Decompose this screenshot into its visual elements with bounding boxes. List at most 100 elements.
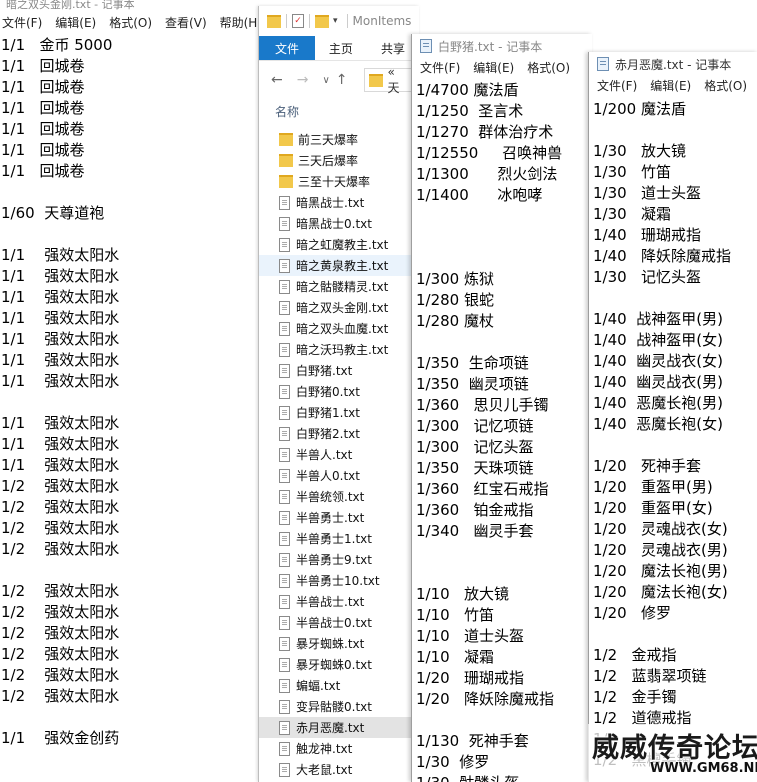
notepad-titlebar[interactable]: 赤月恶魔.txt - 记事本 <box>589 52 757 76</box>
text-line: 1/2 蓝翡翠项链 <box>593 667 707 685</box>
list-item[interactable]: 半兽勇士1.txt <box>259 528 419 549</box>
text-line: 1/1 强效太阳水 <box>1 288 120 306</box>
text-line: 1/1 强效太阳水 <box>1 435 120 453</box>
file-name: 半兽人0.txt <box>296 469 360 483</box>
list-item[interactable]: 半兽勇士.txt <box>259 507 419 528</box>
file-name: 前三天爆率 <box>298 133 359 147</box>
file-name: 大老鼠.txt <box>296 763 353 777</box>
text-area[interactable]: 1/1 金币 5000 1/1 回城卷 1/1 回城卷 1/1 回城卷 1/1 回城卷 1… <box>0 35 262 749</box>
text-line <box>593 288 757 309</box>
menu-edit[interactable]: 编辑(E) <box>473 59 514 76</box>
text-line: 1/1 强效太阳水 <box>1 330 120 348</box>
text-line: 1/1 强效太阳水 <box>1 372 120 390</box>
list-item[interactable]: 半兽统领.txt <box>259 486 419 507</box>
menu-bar: 文件(F) 编辑(E) 格式(O) <box>589 76 757 94</box>
notepad-icon <box>420 39 432 53</box>
file-name: 暗之骷髅精灵.txt <box>296 280 389 294</box>
text-line: 1/40 恶魔长袍(女) <box>593 415 723 433</box>
text-file-icon <box>279 342 290 357</box>
notepad-window-chiyue: 赤月恶魔.txt - 记事本 文件(F) 编辑(E) 格式(O) 1/200 魔… <box>588 52 757 782</box>
text-line: 1/280 银蛇 <box>416 291 494 309</box>
text-area[interactable]: 1/200 魔法盾 1/30 放大镜 1/30 竹笛 1/30 道士头盔 1/30 凝… <box>589 99 757 771</box>
menu-format[interactable]: 格式(O) <box>109 14 152 31</box>
list-item[interactable]: 三天后爆率 <box>259 150 419 171</box>
text-line: 1/1 强效金创药 <box>1 729 120 747</box>
text-area[interactable]: 1/4700 魔法盾 1/1250 圣言术 1/1270 群体治疗术 1/12550 … <box>412 80 592 782</box>
list-item[interactable]: 暗之沃玛教主.txt <box>259 339 419 360</box>
back-arrow-icon[interactable]: ← <box>271 72 283 88</box>
text-line: 1/350 幽灵项链 <box>416 375 529 393</box>
list-item[interactable]: 白野猪2.txt <box>259 423 419 444</box>
divider <box>346 14 348 28</box>
up-arrow-icon[interactable]: ↑ <box>336 72 348 88</box>
text-line: 1/200 魔法盾 <box>593 100 686 118</box>
explorer-titlebar[interactable]: ✓ ▾ MonItems <box>259 6 419 36</box>
file-name: 暴牙蜘蛛0.txt <box>296 658 372 672</box>
tab-file[interactable]: 文件 <box>259 36 315 60</box>
list-item[interactable]: 蝙蝠.txt <box>259 675 419 696</box>
text-line: 1/360 思贝儿手镯 <box>416 396 549 414</box>
menu-edit[interactable]: 编辑(E) <box>55 14 96 31</box>
list-item[interactable]: 前三天爆率 <box>259 129 419 150</box>
list-item[interactable]: 暗之虹魔教主.txt <box>259 234 419 255</box>
text-line: 1/130 死神手套 <box>416 732 529 750</box>
list-item[interactable]: 白野猪1.txt <box>259 402 419 423</box>
list-item[interactable]: 大老鼠.txt <box>259 759 419 780</box>
list-item[interactable]: 半兽战士0.txt <box>259 612 419 633</box>
text-file-icon <box>279 615 290 630</box>
folder-icon <box>279 133 293 146</box>
menu-file[interactable]: 文件(F) <box>597 77 637 94</box>
explorer-window: ✓ ▾ MonItems 文件 主页 共享 ← → ∨ ↑ « 天 名称 前三天… <box>258 6 419 782</box>
text-line: 1/1 强效太阳水 <box>1 246 120 264</box>
menu-help[interactable]: 帮助(H) <box>220 14 262 31</box>
tab-home[interactable]: 主页 <box>315 36 367 60</box>
list-item[interactable]: 半兽人.txt <box>259 444 419 465</box>
menu-view[interactable]: 查看(V) <box>165 14 207 31</box>
text-line: 1/20 降妖除魔戒指 <box>416 690 554 708</box>
list-item[interactable]: 触龙神.txt <box>259 738 419 759</box>
list-item[interactable]: 暴牙蜘蛛0.txt <box>259 654 419 675</box>
list-item[interactable]: 赤月恶魔.txt <box>259 717 419 738</box>
list-item[interactable]: 白野猪0.txt <box>259 381 419 402</box>
menu-edit[interactable]: 编辑(E) <box>650 77 691 94</box>
text-line: 1/20 魔法长袍(男) <box>593 562 728 580</box>
menu-file[interactable]: 文件(F) <box>420 59 460 76</box>
list-item[interactable]: 暗黑战士.txt <box>259 192 419 213</box>
notepad-titlebar[interactable]: 暗之双头金刚.txt - 记事本 <box>0 0 262 11</box>
properties-icon[interactable]: ✓ <box>292 14 304 28</box>
text-line: 1/30 道士头盔 <box>593 184 701 202</box>
list-item[interactable]: 半兽人0.txt <box>259 465 419 486</box>
list-item[interactable]: 暗之双头金刚.txt <box>259 297 419 318</box>
list-item[interactable]: 白野猪.txt <box>259 360 419 381</box>
list-item[interactable]: 暗之骷髅精灵.txt <box>259 276 419 297</box>
text-line <box>1 560 262 581</box>
forward-arrow-icon[interactable]: → <box>297 72 309 88</box>
list-item[interactable]: 变异骷髅0.txt <box>259 696 419 717</box>
list-item[interactable]: 暗黑战士0.txt <box>259 213 419 234</box>
text-line: 1/2 金手镯 <box>593 688 677 706</box>
list-item[interactable]: 三至十天爆率 <box>259 171 419 192</box>
text-file-icon <box>279 426 290 441</box>
chevron-down-icon[interactable]: ∨ <box>322 75 329 86</box>
text-line: 1/1270 群体治疗术 <box>416 123 554 141</box>
chevron-down-icon[interactable]: ▾ <box>333 16 338 26</box>
menu-format[interactable]: 格式(O) <box>527 59 570 76</box>
text-line: 1/350 天珠项链 <box>416 459 534 477</box>
text-file-icon <box>279 510 290 525</box>
notepad-titlebar[interactable]: 白野猪.txt - 记事本 <box>412 34 592 58</box>
list-item[interactable]: 半兽勇士9.txt <box>259 549 419 570</box>
column-header-name[interactable]: 名称 <box>259 99 419 125</box>
list-item[interactable]: 暴牙蜘蛛.txt <box>259 633 419 654</box>
list-item[interactable]: 半兽勇士10.txt <box>259 570 419 591</box>
list-item[interactable]: 半兽战士.txt <box>259 591 419 612</box>
file-name: 白野猪1.txt <box>296 406 360 420</box>
text-file-icon <box>279 489 290 504</box>
menu-file[interactable]: 文件(F) <box>2 14 42 31</box>
text-file-icon <box>279 363 290 378</box>
list-item[interactable]: 暗之双头血魔.txt <box>259 318 419 339</box>
file-name: 三天后爆率 <box>298 154 359 168</box>
menu-format[interactable]: 格式(O) <box>704 77 747 94</box>
file-name: 半兽战士0.txt <box>296 616 372 630</box>
new-folder-icon[interactable] <box>315 14 329 28</box>
list-item[interactable]: 暗之黄泉教主.txt <box>259 255 419 276</box>
